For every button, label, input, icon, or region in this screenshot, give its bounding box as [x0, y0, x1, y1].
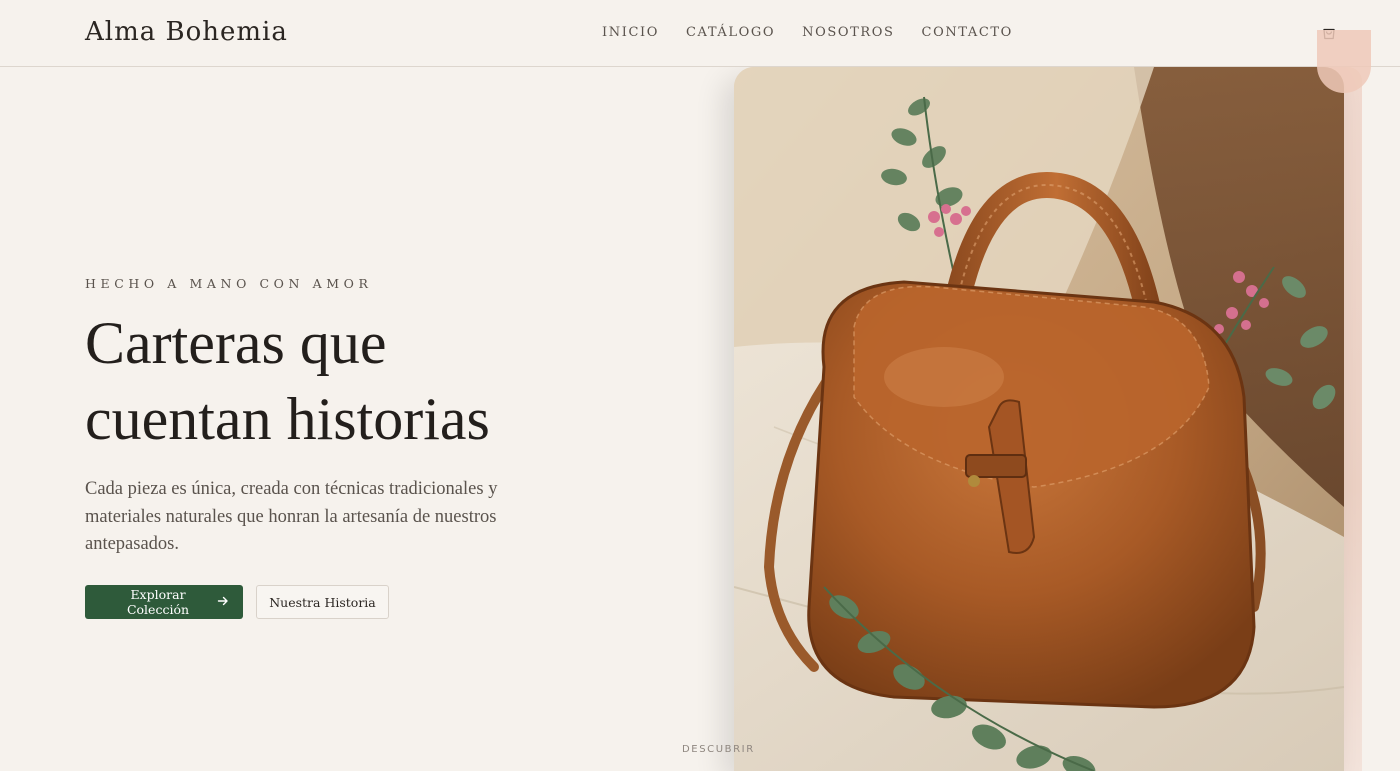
hero-headline: Carteras que cuentan historias — [85, 305, 645, 457]
explore-collection-button[interactable]: Explorar Colección — [85, 585, 243, 619]
main-nav: INICIO CATÁLOGO NOSOTROS CONTACTO — [602, 25, 1013, 40]
hero-headline-line-2: cuentan historias — [85, 386, 490, 452]
scroll-hint[interactable]: DESCUBRIR — [682, 744, 755, 755]
brand-logo[interactable]: Alma Bohemia — [85, 17, 288, 47]
nav-nosotros[interactable]: NOSOTROS — [802, 25, 894, 40]
site-header: Alma Bohemia INICIO CATÁLOGO NOSOTROS CO… — [0, 0, 1400, 67]
hero-description: Cada pieza es única, creada con técnicas… — [85, 479, 498, 554]
decorative-circle — [1317, 30, 1371, 93]
our-story-button[interactable]: Nuestra Historia — [256, 585, 389, 619]
arrow-right-icon — [217, 595, 229, 610]
explore-collection-label: Explorar Colección — [126, 587, 190, 617]
nav-catalogo[interactable]: CATÁLOGO — [686, 25, 775, 40]
hero-eyebrow: HECHO A MANO CON AMOR — [85, 276, 373, 291]
nav-inicio[interactable]: INICIO — [602, 25, 659, 40]
nav-contacto[interactable]: CONTACTO — [922, 25, 1013, 40]
hero-headline-line-1: Carteras que — [85, 310, 387, 376]
hero-product-image — [734, 67, 1344, 771]
